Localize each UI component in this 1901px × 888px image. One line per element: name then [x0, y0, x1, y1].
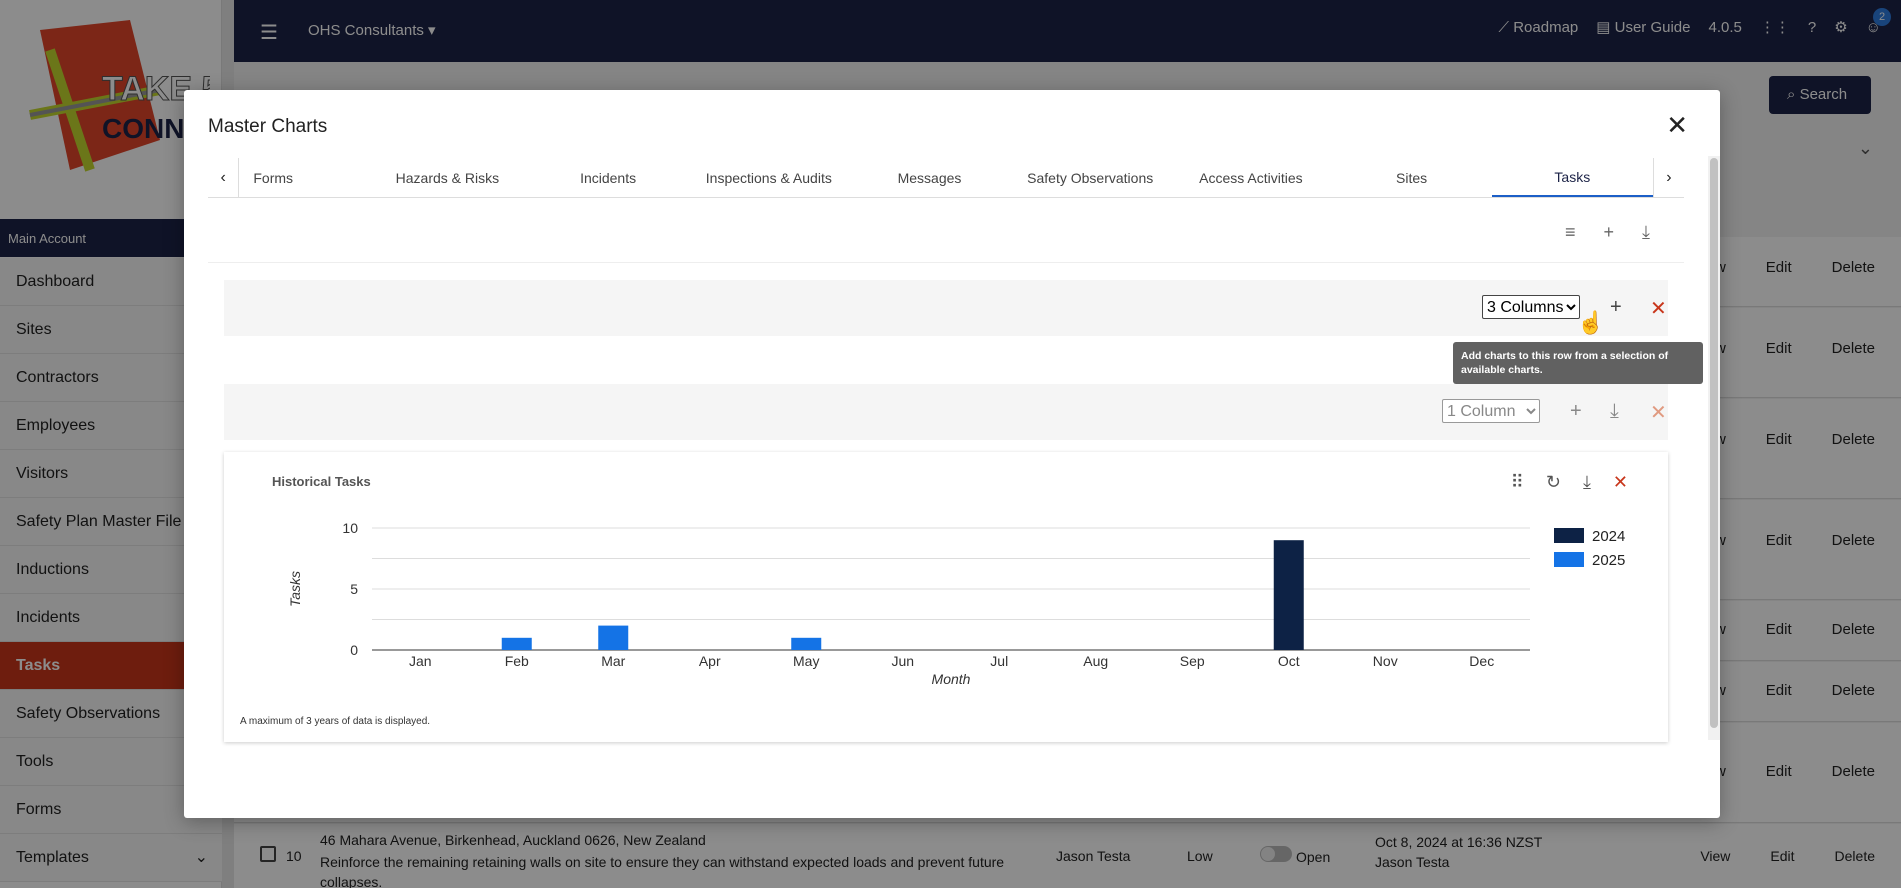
x-tick-label: Feb [505, 653, 529, 669]
bar-2025-Feb [501, 637, 532, 650]
download-icon[interactable]: ⤓ [1642, 222, 1650, 243]
chevron-left-icon[interactable]: ‹ [208, 158, 240, 197]
add-chart-icon[interactable]: + [1570, 400, 1582, 423]
refresh-icon[interactable]: ↻ [1546, 472, 1561, 493]
tab-hazards-risks[interactable]: Hazards & Risks [367, 158, 528, 197]
x-tick-label: Aug [1083, 653, 1108, 669]
close-icon[interactable]: ✕ [1666, 110, 1688, 141]
chevron-right-icon[interactable]: › [1652, 158, 1684, 197]
y-axis-label: Tasks [287, 571, 303, 607]
tab-incidents[interactable]: Incidents [528, 158, 689, 197]
scrollbar-thumb[interactable] [1710, 158, 1718, 728]
drag-handle-icon[interactable]: ⠿ [1511, 472, 1524, 493]
x-tick-label: Nov [1373, 653, 1398, 669]
download-icon[interactable]: ⤓ [1610, 400, 1619, 423]
tab-safety-observations[interactable]: Safety Observations [1010, 158, 1171, 197]
x-tick-label: Jan [409, 653, 432, 669]
y-tick-label: 10 [342, 520, 358, 536]
filter-icon[interactable]: ≡ [1565, 222, 1576, 243]
x-axis-label: Month [932, 671, 971, 687]
legend-label-2024: 2024 [1592, 528, 1625, 545]
tooltip: Add charts to this row from a selection … [1453, 342, 1703, 384]
chart-title: Historical Tasks [272, 474, 371, 489]
master-charts-modal: Master Charts ✕ ‹ Forms Hazards & Risks … [184, 90, 1720, 818]
legend-label-2025: 2025 [1592, 552, 1625, 569]
x-tick-label: Dec [1469, 653, 1494, 669]
row-columns-select[interactable]: 1 Column [1442, 399, 1540, 423]
x-tick-label: May [793, 653, 819, 669]
y-tick-label: 5 [350, 581, 358, 597]
legend-swatch-2024 [1554, 528, 1584, 543]
bar-2024-Oct [1273, 540, 1304, 650]
close-icon[interactable]: ✕ [1650, 296, 1667, 321]
modal-scrollbar[interactable] [1708, 156, 1720, 740]
bar-2025-May [791, 637, 822, 650]
add-icon[interactable]: + [1604, 222, 1615, 243]
historical-tasks-chart: 0 5 10 Jan Feb Mar Apr May Jun Jul Aug Sep Oct Nov Dec… [287, 520, 1625, 687]
chart-card: Historical Tasks ⠿ ↻ ⤓ ✕ 0 5 10 Jan Feb Mar Ap… [224, 452, 1668, 742]
chart-tools: ⠿ ↻ ⤓ ✕ [1511, 472, 1628, 493]
chart-note: A maximum of 3 years of data is displaye… [240, 716, 431, 727]
tab-access-activities[interactable]: Access Activities [1171, 158, 1332, 197]
chart-row-1: 3 Columns + ✕ [224, 280, 1668, 336]
chart-row-2: 1 Column + ⤓ ✕ [224, 384, 1668, 440]
charts-toolbar: ≡ + ⤓ [1565, 222, 1650, 243]
modal-title: Master Charts [208, 116, 328, 137]
x-tick-label: Jul [990, 653, 1008, 669]
tab-messages[interactable]: Messages [849, 158, 1010, 197]
x-tick-label: Jun [891, 653, 914, 669]
close-icon[interactable]: ✕ [1650, 400, 1667, 425]
tab-tasks[interactable]: Tasks [1491, 158, 1653, 197]
legend-swatch-2025 [1554, 552, 1584, 567]
x-tick-label: Sep [1180, 653, 1205, 669]
tab-forms[interactable]: Forms [239, 158, 367, 197]
divider [208, 262, 1684, 263]
chart-tabs: ‹ Forms Hazards & Risks Incidents Inspec… [208, 158, 1684, 198]
row-columns-select[interactable]: 3 Columns [1482, 295, 1580, 319]
x-tick-label: Apr [699, 653, 721, 669]
hand-cursor-icon: ☝ [1577, 310, 1605, 335]
bar-2025-Mar [598, 625, 629, 650]
add-chart-icon[interactable]: + [1610, 296, 1622, 319]
tab-inspections-audits[interactable]: Inspections & Audits [688, 158, 849, 197]
download-icon[interactable]: ⤓ [1583, 472, 1591, 493]
x-tick-label: Mar [601, 653, 625, 669]
tab-sites[interactable]: Sites [1331, 158, 1492, 197]
x-tick-label: Oct [1278, 653, 1300, 669]
close-icon[interactable]: ✕ [1613, 472, 1628, 493]
y-tick-label: 0 [350, 642, 358, 658]
